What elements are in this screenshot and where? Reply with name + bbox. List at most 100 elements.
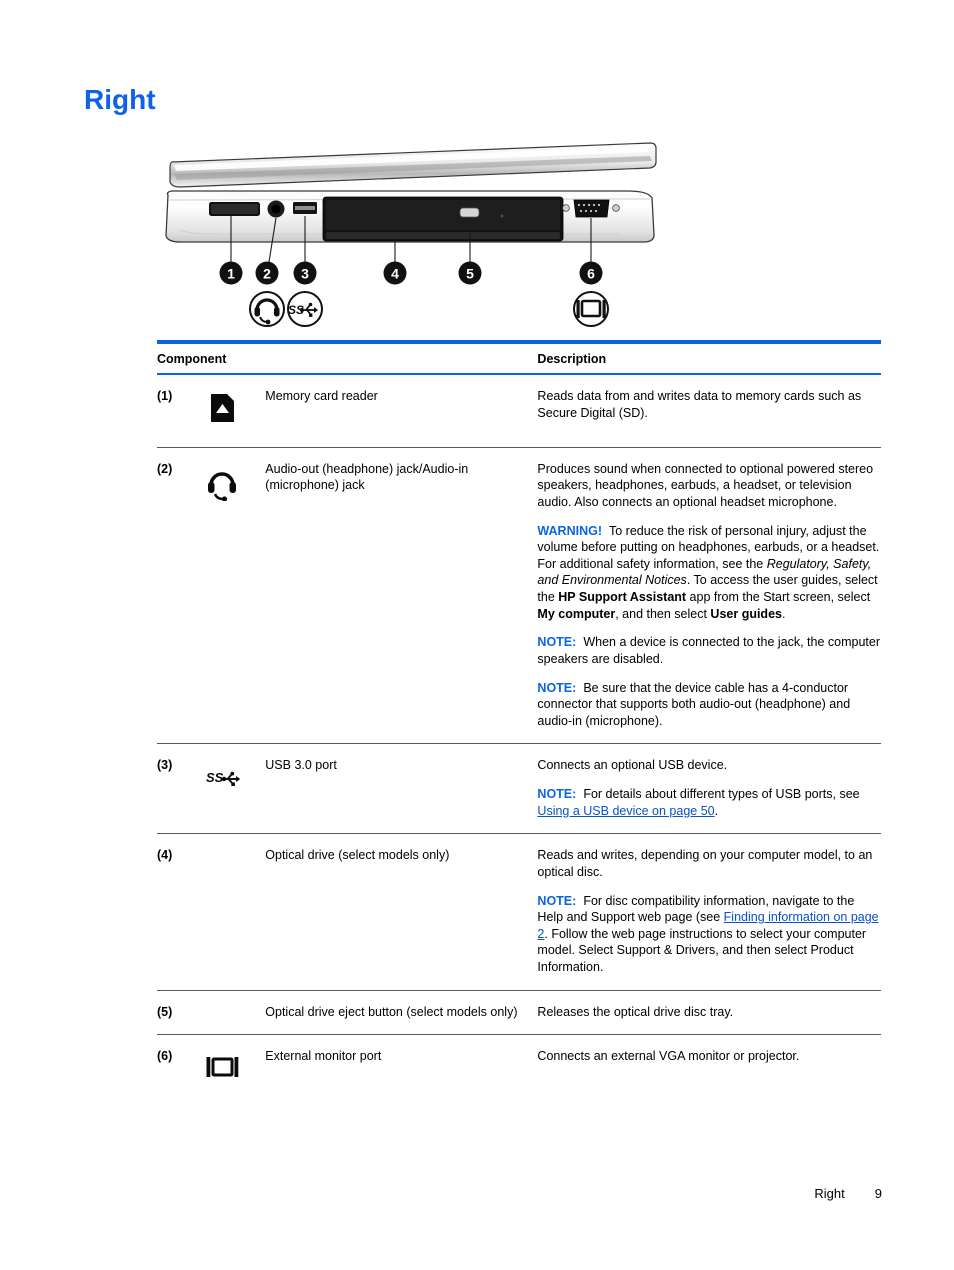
svg-text:6: 6 [587,266,595,282]
component-icon-cell [202,374,266,448]
component-number: (4) [157,833,203,991]
body-text: . Follow the web page instructions to se… [537,926,867,974]
note-label: NOTE: [537,787,577,801]
laptop-right-side-illustration: 1 2 3 4 5 6 SS [150,140,660,335]
description-callout: WARNING! To reduce the risk of personal i… [537,523,881,623]
usb-port [293,202,317,214]
description-paragraph: Reads and writes, depending on your comp… [537,847,881,880]
component-name: Memory card reader [265,374,538,448]
callout-3: 3 [293,261,317,285]
callout-5: 5 [458,261,482,285]
description-paragraph: Reads data from and writes data to memor… [537,388,881,421]
page-title: Right [84,84,156,115]
component-name: External monitor port [265,1049,382,1064]
body-text: For details about different types of USB… [583,787,860,801]
external-monitor-icon [202,1048,265,1093]
table-row: (6) External monitor port Connects an exte… [157,1035,881,1107]
warning-label: WARNING! [537,523,602,538]
body-text: Connects an external VGA monitor or proj… [537,1049,800,1064]
table-row: (3) SS USB 3.0 port Connects an optional US… [157,743,881,835]
component-number: (5) [157,990,203,1036]
body-text: . [714,803,719,818]
component-description: Reads data from and writes data to memor… [537,374,881,448]
component-number: (6) [157,1049,173,1064]
table-row: (5) Optical drive eject button (select mo… [157,990,881,1036]
note-label: NOTE: [537,893,577,908]
document-page: Right 1 2 3 4 5 6 SS Component Descripti… [0,0,954,1270]
note-label: NOTE: [537,680,577,695]
description-callout: NOTE: When a device is connected to the j… [537,634,881,667]
callout-1: 1 [219,261,243,285]
optical-drive-eject-button [459,207,480,218]
callout-4: 4 [383,261,407,285]
column-header-component: Component [157,344,538,375]
component-number: (1) [157,374,203,448]
component-icon-cell: SS [202,743,266,835]
components-table: Component Description (1) Memory card rea… [157,344,881,1107]
usb-superspeed-icon-badge: SS [287,291,323,327]
table-row: (1) Memory card reader Reads data from and… [157,374,881,448]
svg-text:SS: SS [206,770,224,785]
component-icon-cell [202,447,266,745]
body-text: , and then select [615,606,711,621]
audio-jack [267,200,285,218]
footer-section-title: Right [814,1186,845,1201]
bold-text: User guides [710,606,782,621]
svg-text:4: 4 [391,266,399,282]
component-description: Reads and writes, depending on your comp… [537,833,881,991]
optical-drive [322,196,564,242]
component-number: (2) [157,447,203,745]
component-number: (3) [157,743,203,835]
svg-text:2: 2 [263,266,271,282]
callout-2: 2 [255,261,279,285]
callout-numbers: 1 2 3 4 5 6 [219,261,603,285]
description-paragraph: Produces sound when connected to optiona… [537,461,881,511]
component-name: Optical drive eject button (select model… [265,990,538,1036]
headset-icon-badge [249,291,285,327]
component-description: Connects an optional USB device. NOTE: For… [537,743,881,835]
body-text: app from the Start screen, select [686,590,871,604]
headset-icon [202,461,265,506]
description-paragraph: Connects an optional USB device. [537,757,881,774]
svg-text:3: 3 [301,266,309,282]
bold-text: HP Support Assistant [558,590,687,604]
body-text: Reads and writes, depending on your comp… [537,848,873,879]
description-callout: NOTE: For details about different types o… [537,786,881,819]
table-row: (2) Audio-out (headphone) jack/Audio-in (… [157,447,881,745]
component-name: USB 3.0 port [265,743,538,835]
description-callout: NOTE: Be sure that the device cable has a… [537,680,881,730]
body-text: Connects an optional USB device. [537,758,728,773]
body-text: Produces sound when connected to optiona… [537,461,874,509]
component-icon-cell [202,1035,265,1107]
port-symbol-badges: SS [249,291,609,327]
laptop-lid [169,142,657,188]
description-paragraph: Connects an external VGA monitor or proj… [537,1048,881,1065]
component-name: Optical drive (select models only) [265,833,538,991]
description-callout: NOTE: For disc compatibility information,… [537,893,881,976]
table-header-row: Component Description [157,344,881,375]
body-text: . [781,606,786,621]
external-monitor-icon-badge [573,291,609,327]
body-text: Releases the optical drive disc tray. [537,1004,734,1019]
memory-card-icon [202,388,265,433]
note-label: NOTE: [537,635,577,650]
bold-text: My computer [537,606,616,621]
svg-text:1: 1 [227,266,235,282]
column-header-description: Description [537,344,881,375]
usb-superspeed-icon: SS [202,757,265,802]
footer-page-number: 9 [874,1186,882,1201]
cross-reference-link[interactable]: Using a USB device on page 50 [537,804,714,818]
description-paragraph: Releases the optical drive disc tray. [537,1004,881,1021]
callout-6: 6 [579,261,603,285]
body-text: Be sure that the device cable has a 4-co… [537,680,851,728]
component-description: Produces sound when connected to optiona… [537,447,881,745]
component-icon-cell [202,833,266,991]
body-text: When a device is connected to the jack, … [537,635,881,666]
memory-card-slot [209,202,260,216]
body-text: Reads data from and writes data to memor… [537,389,862,420]
component-name: Audio-out (headphone) jack/Audio-in (mic… [265,447,538,745]
component-icon-cell [202,990,266,1036]
component-description: Connects an external VGA monitor or proj… [537,1035,881,1107]
component-description: Releases the optical drive disc tray. [537,990,881,1036]
page-footer: Right 9 [0,1186,954,1201]
